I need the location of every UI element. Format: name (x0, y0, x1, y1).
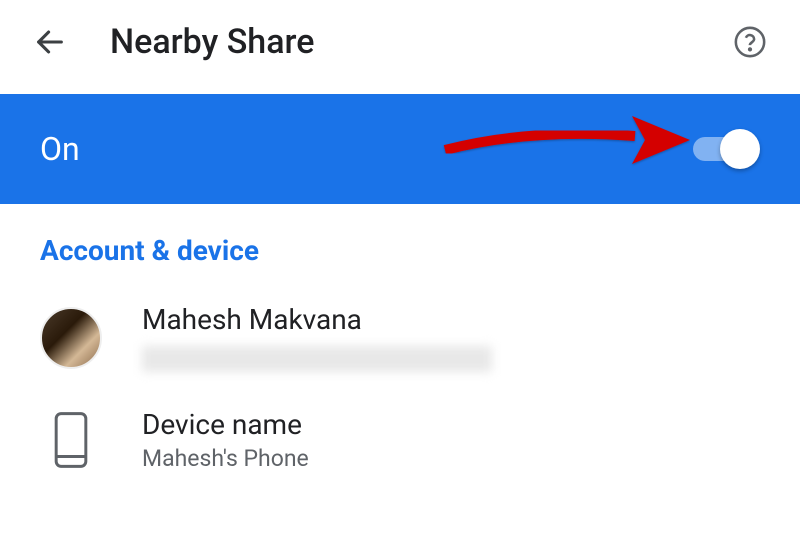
account-row[interactable]: Mahesh Makvana (0, 285, 800, 390)
device-name-row[interactable]: Device name Mahesh's Phone (0, 390, 800, 490)
page-title: Nearby Share (110, 22, 700, 62)
toggle-thumb (720, 129, 760, 169)
account-text: Mahesh Makvana (142, 303, 492, 372)
back-button[interactable] (30, 22, 70, 62)
device-name-value: Mahesh's Phone (142, 445, 309, 472)
help-button[interactable] (730, 22, 770, 62)
device-text: Device name Mahesh's Phone (142, 408, 309, 472)
app-header: Nearby Share (0, 0, 800, 84)
master-toggle[interactable] (690, 129, 760, 169)
avatar (40, 307, 102, 369)
master-toggle-bar[interactable]: On (0, 94, 800, 204)
toggle-state-label: On (40, 130, 80, 168)
annotation-arrow (440, 110, 690, 174)
device-name-label: Device name (142, 408, 309, 441)
phone-icon-wrapper (40, 409, 102, 471)
account-email-redacted (142, 346, 492, 372)
help-icon (733, 25, 767, 59)
arrow-left-icon (33, 25, 67, 59)
phone-icon (49, 412, 93, 468)
account-name: Mahesh Makvana (142, 303, 492, 336)
section-header-account-device: Account & device (0, 204, 800, 285)
